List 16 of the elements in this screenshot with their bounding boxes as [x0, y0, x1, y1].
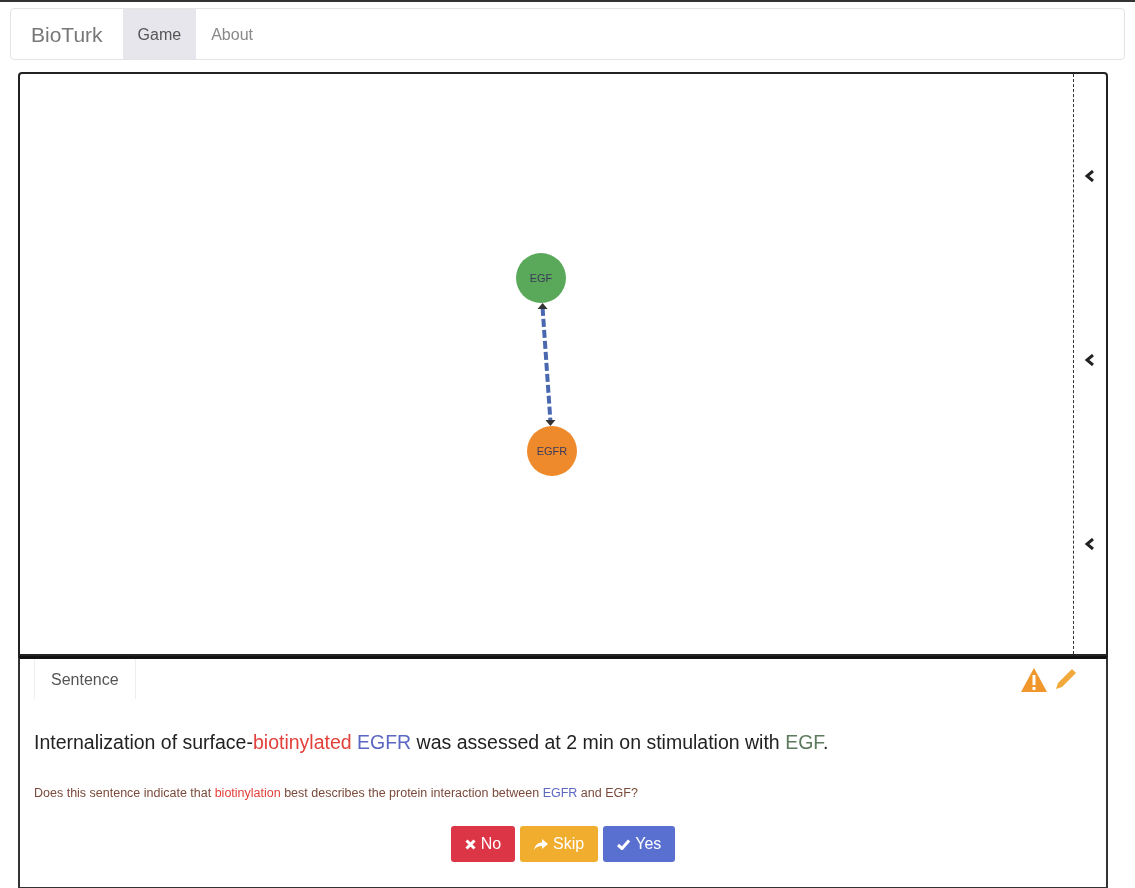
check-icon	[617, 838, 631, 850]
nav-tab[interactable]: About	[196, 9, 268, 59]
sentence-text: Internalization of surface-biotinylated EGFR was assessed at 2 min on stimulation with EGF.	[34, 731, 830, 754]
chevron-left-icon[interactable]	[1085, 170, 1095, 182]
brand-logo[interactable]: BioTurk	[11, 9, 123, 59]
chevron-left-icon[interactable]	[1085, 538, 1095, 550]
nav-tab[interactable]: Game	[122, 9, 197, 59]
graph-node[interactable]: EGF	[516, 253, 566, 303]
no-button[interactable]: No	[450, 826, 516, 862]
close-icon	[464, 838, 476, 850]
sentence-tab[interactable]: Sentence	[34, 659, 136, 699]
question-text: Does this sentence indicate that biotinylation best describes the protein interaction between EGFR and EGF?	[34, 786, 639, 800]
graph-node[interactable]: EGFR	[527, 426, 577, 476]
yes-button[interactable]: Yes	[603, 826, 676, 862]
share-arrow-icon	[534, 838, 549, 850]
chevron-left-icon[interactable]	[1085, 354, 1095, 366]
